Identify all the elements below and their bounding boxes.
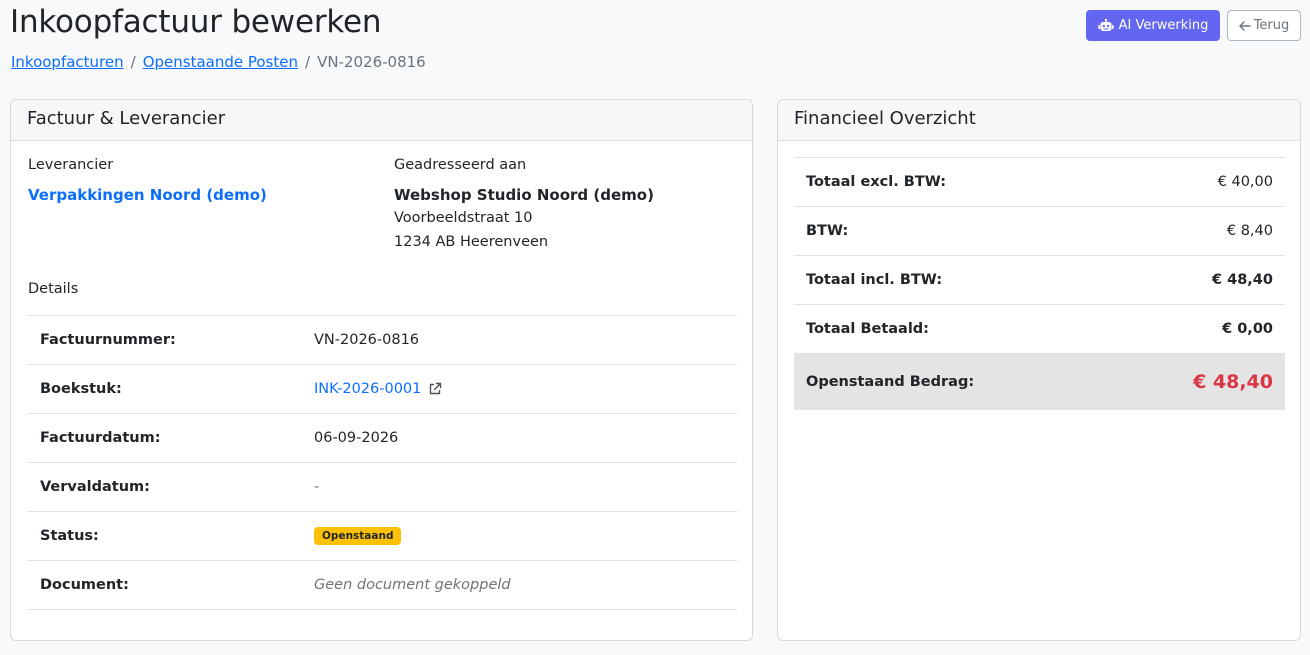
details-label: Details — [28, 281, 79, 297]
total-excl-value: € 40,00 — [1217, 174, 1273, 190]
status-badge: Openstaand — [314, 527, 402, 545]
financial-table: Totaal excl. BTW: € 40,00 BTW: € 8,40 To… — [794, 157, 1285, 410]
breadcrumb-current: VN-2026-0816 — [317, 53, 426, 71]
robot-icon — [1097, 18, 1114, 33]
total-incl-value: € 48,40 — [1211, 272, 1273, 288]
fin-key: Totaal excl. BTW: — [806, 174, 947, 190]
details-row-invoice-date: Factuurdatum: 06-09-2026 — [28, 414, 737, 463]
fin-key: BTW: — [806, 223, 849, 239]
total-paid-value: € 0,00 — [1222, 321, 1273, 337]
details-key: Status: — [40, 528, 99, 544]
breadcrumb-openstaande-posten[interactable]: Openstaande Posten — [143, 53, 298, 71]
booking-link[interactable]: INK-2026-0001 — [314, 381, 421, 397]
breadcrumb-inkoopfacturen[interactable]: Inkoopfacturen — [11, 53, 124, 71]
details-row-invoice-number: Factuurnummer: VN-2026-0816 — [28, 316, 737, 365]
page-title: Inkoopfactuur bewerken — [10, 4, 382, 40]
invoice-supplier-card: Factuur & Leverancier Leverancier Verpak… — [10, 99, 753, 641]
details-key: Vervaldatum: — [40, 479, 150, 495]
address-line-1: Voorbeeldstraat 10 — [394, 210, 533, 226]
details-row-due-date: Vervaldatum: - — [28, 463, 737, 512]
financial-overview-card: Financieel Overzicht Totaal excl. BTW: €… — [777, 99, 1301, 641]
details-table: Factuurnummer: VN-2026-0816 Boekstuk: IN… — [28, 315, 737, 610]
fin-key: Totaal incl. BTW: — [806, 272, 943, 288]
fin-key: Totaal Betaald: — [806, 321, 929, 337]
back-label: Terug — [1253, 18, 1290, 33]
invoice-card-title: Factuur & Leverancier — [11, 100, 752, 141]
fin-key: Openstaand Bedrag: — [806, 374, 975, 390]
financial-card-title: Financieel Overzicht — [778, 100, 1300, 141]
document-value: Geen document gekoppeld — [314, 577, 511, 593]
details-key: Document: — [40, 577, 129, 593]
details-key: Factuurdatum: — [40, 430, 161, 446]
fin-row-total-incl: Totaal incl. BTW: € 48,40 — [794, 256, 1285, 305]
addressed-to-label: Geadresseerd aan — [394, 157, 527, 173]
fin-row-total-paid: Totaal Betaald: € 0,00 — [794, 305, 1285, 354]
supplier-link[interactable]: Verpakkingen Noord (demo) — [28, 186, 267, 204]
addressee-name: Webshop Studio Noord (demo) — [394, 186, 654, 204]
ai-processing-label: AI Verwerking — [1118, 18, 1209, 33]
due-date-value: - — [314, 479, 320, 495]
details-key: Factuurnummer: — [40, 332, 176, 348]
address-line-2: 1234 AB Heerenveen — [394, 234, 549, 250]
supplier-label: Leverancier — [28, 157, 114, 173]
vat-value: € 8,40 — [1226, 223, 1273, 239]
invoice-date-value: 06-09-2026 — [314, 430, 399, 446]
breadcrumb-separator: / — [130, 53, 136, 71]
fin-row-outstanding: Openstaand Bedrag: € 48,40 — [794, 354, 1285, 410]
external-link-icon[interactable] — [428, 382, 442, 396]
breadcrumb-separator: / — [305, 53, 311, 71]
details-row-document: Document: Geen document gekoppeld — [28, 561, 737, 610]
invoice-number-value: VN-2026-0816 — [314, 332, 420, 348]
outstanding-amount-value: € 48,40 — [1193, 371, 1273, 393]
arrow-left-icon — [1239, 20, 1251, 31]
details-key: Boekstuk: — [40, 381, 122, 397]
details-row-status: Status: Openstaand — [28, 512, 737, 561]
booking-value: INK-2026-0001 — [314, 381, 442, 397]
back-button[interactable]: Terug — [1227, 10, 1301, 41]
ai-processing-button[interactable]: AI Verwerking — [1086, 10, 1220, 41]
details-row-booking: Boekstuk: INK-2026-0001 — [28, 365, 737, 414]
breadcrumb: Inkoopfacturen / Openstaande Posten / VN-202… — [11, 53, 426, 71]
status-value: Openstaand — [314, 527, 402, 545]
fin-row-total-excl: Totaal excl. BTW: € 40,00 — [794, 158, 1285, 207]
fin-row-vat: BTW: € 8,40 — [794, 207, 1285, 256]
